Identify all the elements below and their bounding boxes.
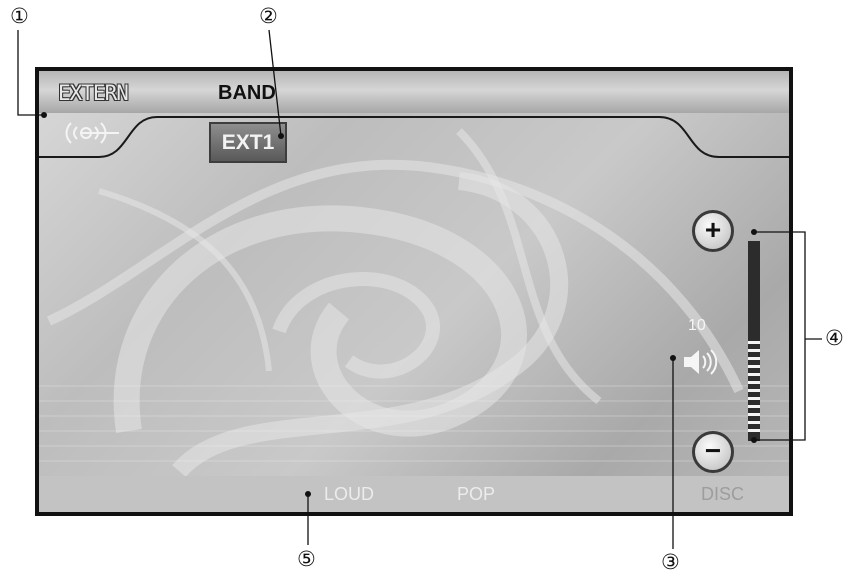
callout-leaders (17, 29, 822, 549)
